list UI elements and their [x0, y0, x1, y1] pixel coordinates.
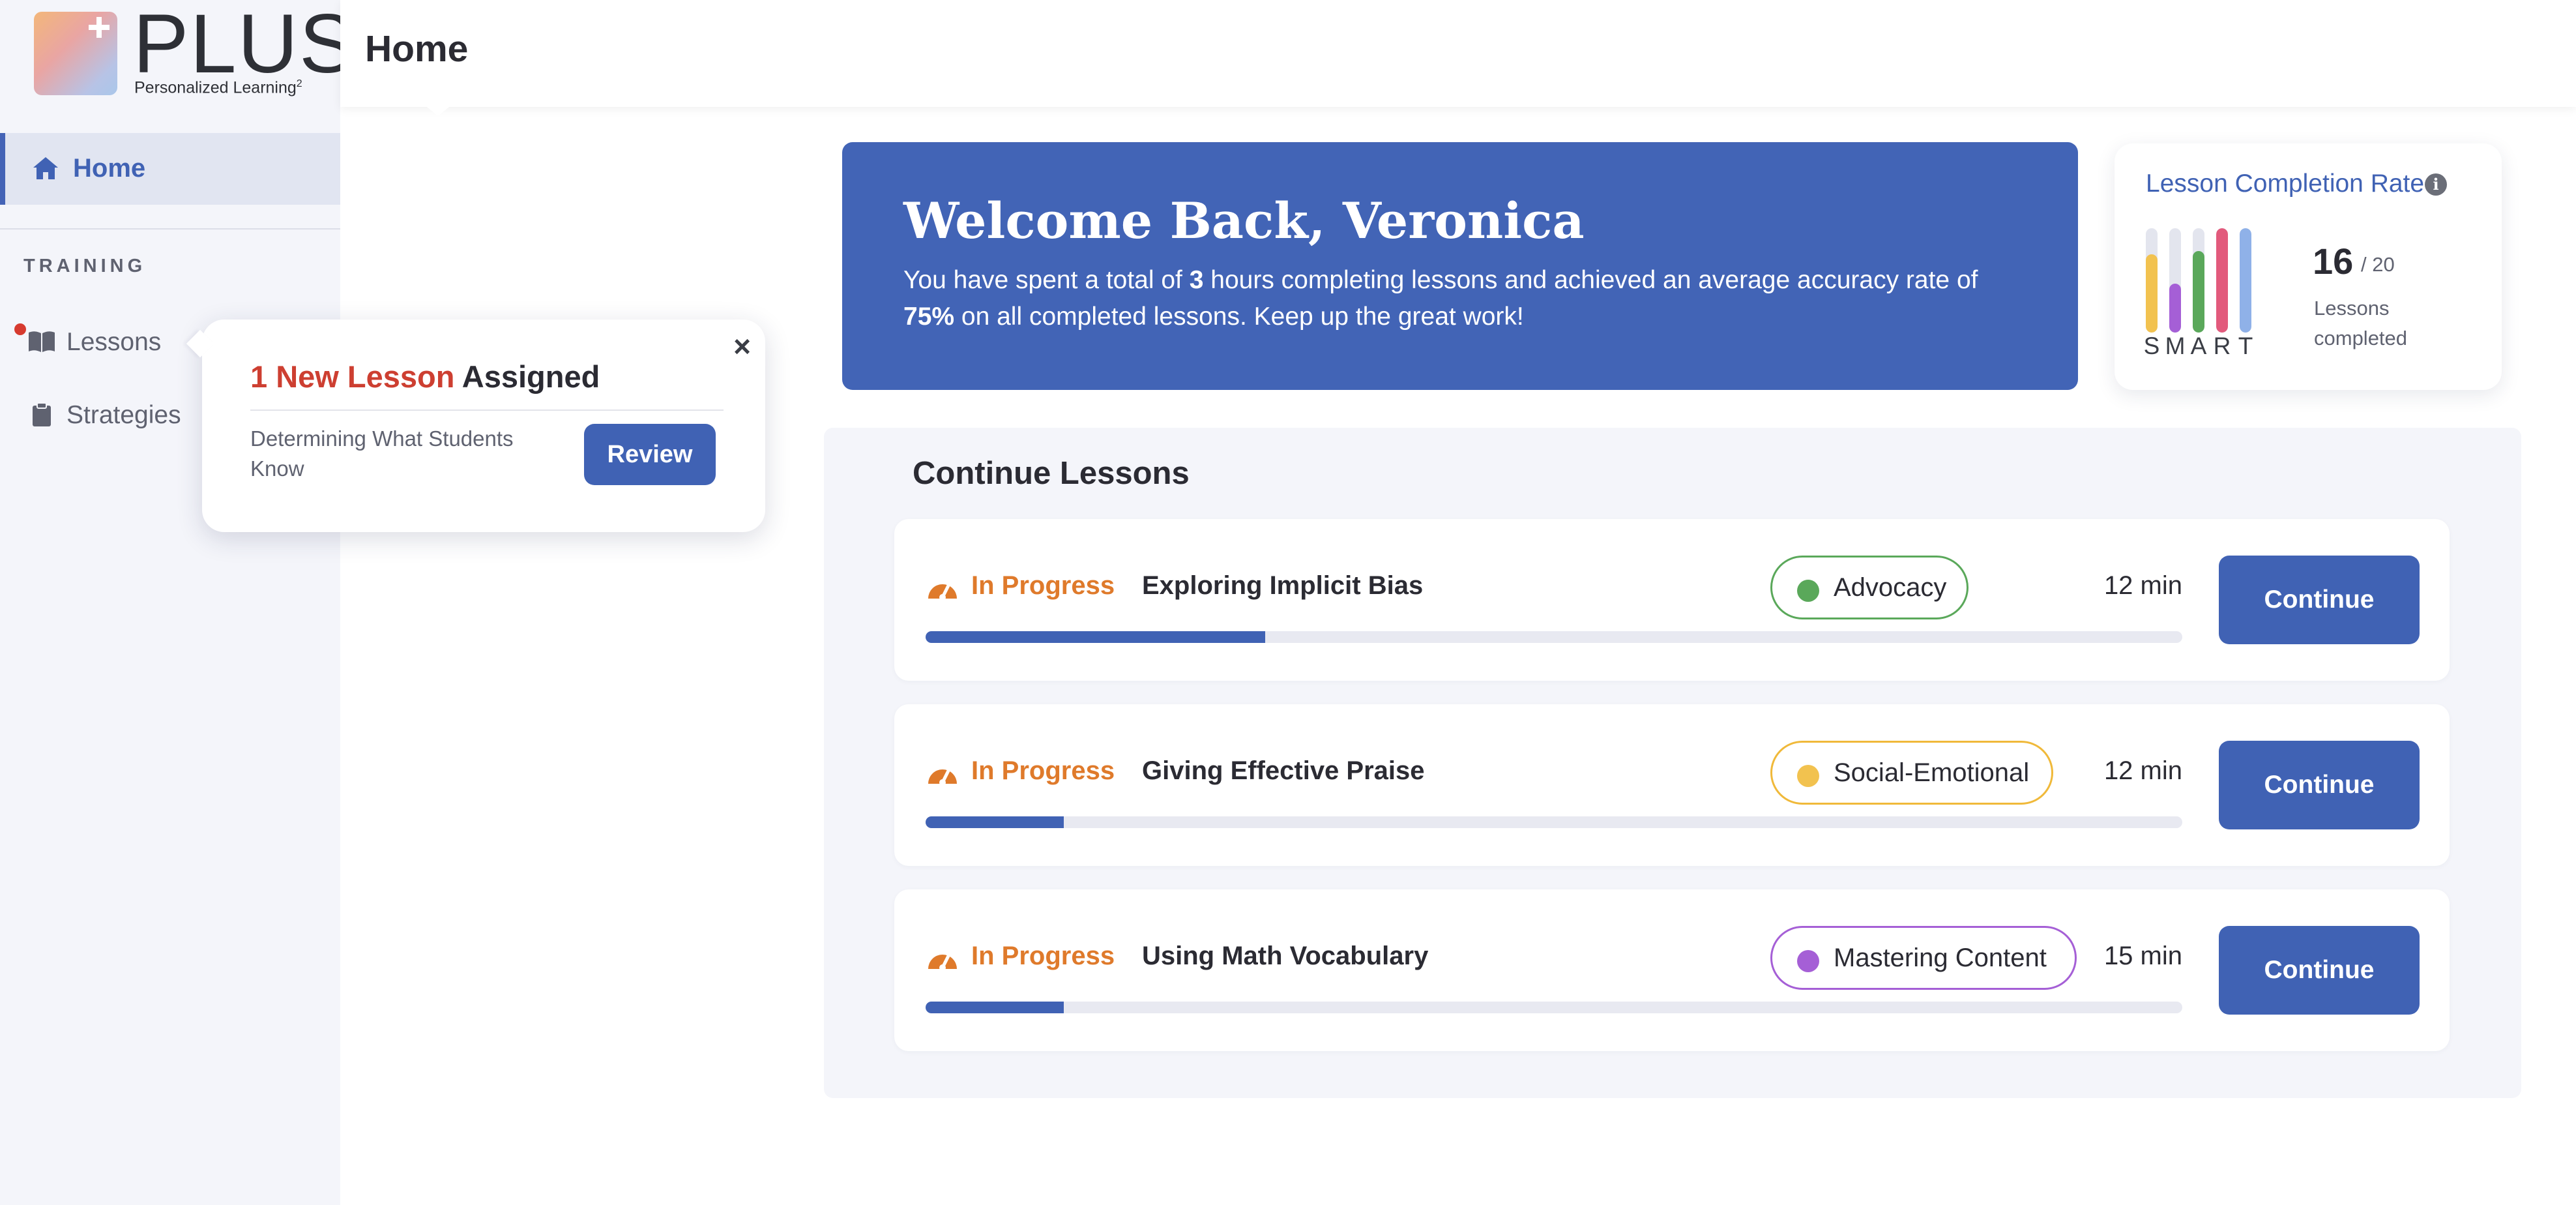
logo-tagline: Personalized Learning2 [134, 78, 302, 97]
gauge-icon [928, 953, 957, 971]
category-tag: Advocacy [1770, 556, 1969, 619]
sidebar-item-home[interactable]: Home [0, 133, 340, 205]
assigned-lesson-name: Determining What Students Know [250, 426, 514, 481]
smart-bar-fill [2146, 254, 2158, 333]
continue-lessons-panel: Continue Lessons In Progress Exploring I… [824, 428, 2521, 1098]
lesson-duration: 12 min [2103, 756, 2182, 785]
category-tag: Mastering Content [1770, 926, 2077, 990]
lesson-name: Giving Effective Praise [1142, 756, 1425, 785]
progress-fill [926, 631, 1265, 643]
smart-bar-r [2216, 228, 2228, 333]
popup-divider [250, 409, 724, 411]
progress-bar [926, 631, 2182, 643]
new-lesson-popup: × 1 New Lesson Assigned Determining What… [186, 320, 765, 532]
lesson-card: In Progress Exploring Implicit Bias Advo… [894, 519, 2450, 681]
sidebar-divider [0, 228, 340, 230]
completion-title: Lesson Completion Rate [2146, 170, 2425, 198]
category-label: Social-Emotional [1834, 758, 2030, 787]
smart-letter: R [2213, 333, 2231, 359]
smart-bar-fill [2216, 228, 2228, 333]
lesson-card: In Progress Giving Effective Praise Soci… [894, 704, 2450, 866]
completed-count: 16 [2313, 241, 2354, 282]
sidebar-item-label: Home [73, 154, 146, 183]
category-dot [1797, 765, 1819, 787]
sidebar-item-label: Strategies [66, 401, 181, 429]
sidebar: PLUS Personalized Learning2 Home TRAININ… [0, 0, 355, 1205]
smart-letter: T [2238, 333, 2253, 359]
welcome-banner: Welcome Back, Veronica You have spent a … [842, 142, 2078, 390]
lesson-name: Exploring Implicit Bias [1142, 571, 1424, 600]
smart-bar-fill [2240, 228, 2251, 333]
welcome-text: You have spent a total of 3 hours comple… [903, 266, 1978, 331]
page-title: Home [365, 28, 469, 70]
smart-bar-m [2169, 228, 2181, 333]
lesson-duration: 15 min [2103, 942, 2182, 970]
smart-bar-fill [2193, 251, 2204, 333]
smart-bar-fill [2169, 283, 2181, 333]
hours-value: 3 [1189, 266, 1204, 294]
continue-button[interactable]: Continue [2219, 926, 2420, 1015]
notification-dot [14, 323, 26, 335]
accuracy-value: 75% [903, 303, 955, 331]
popup-title: 1 New Lesson Assigned [250, 359, 600, 394]
progress-fill [926, 1002, 1064, 1013]
lesson-completion-card: Lesson Completion Rate i SMART 16 / 20 L… [2115, 143, 2502, 390]
sidebar-section-training: TRAINING [23, 256, 147, 276]
review-button[interactable]: Review [584, 424, 716, 485]
total-count: / 20 [2361, 253, 2395, 276]
header-notch [424, 104, 452, 116]
continue-button[interactable]: Continue [2219, 556, 2420, 644]
logo-mark-icon [34, 12, 117, 95]
book-icon [29, 331, 55, 352]
lesson-duration: 12 min [2103, 571, 2182, 600]
completed-label: Lessons completed [2314, 297, 2408, 350]
category-dot [1797, 950, 1819, 972]
welcome-title: Welcome Back, Veronica [903, 192, 1585, 250]
progress-bar [926, 816, 2182, 828]
lesson-status: In Progress [971, 942, 1115, 970]
section-title: Continue Lessons [913, 456, 1190, 491]
continue-button[interactable]: Continue [2219, 741, 2420, 829]
sidebar-item-label: Lessons [66, 328, 162, 356]
lesson-name: Using Math Vocabulary [1142, 942, 1429, 970]
progress-bar [926, 1002, 2182, 1013]
smart-letter: A [2190, 333, 2207, 359]
category-label: Advocacy [1834, 573, 1947, 602]
gauge-icon [928, 582, 957, 601]
close-icon[interactable]: × [733, 329, 751, 364]
info-icon[interactable]: i [2425, 173, 2447, 196]
category-dot [1797, 580, 1819, 602]
gauge-icon [928, 767, 957, 786]
smart-bar-a [2193, 228, 2204, 333]
lesson-card: In Progress Using Math Vocabulary Master… [894, 889, 2450, 1051]
lesson-status: In Progress [971, 756, 1115, 785]
category-tag: Social-Emotional [1770, 741, 2053, 805]
top-header: Home [340, 0, 2576, 116]
smart-bar-s [2146, 228, 2158, 333]
progress-fill [926, 816, 1064, 828]
smart-letter: S [2143, 333, 2160, 359]
plus-logo[interactable]: PLUS Personalized Learning2 [34, 0, 355, 108]
logo-word: PLUS [133, 0, 357, 91]
clipboard-icon [33, 402, 51, 426]
lesson-status: In Progress [971, 571, 1115, 600]
smart-letter: M [2165, 333, 2186, 359]
home-icon [33, 157, 58, 179]
category-label: Mastering Content [1834, 944, 2047, 972]
smart-bar-t [2240, 228, 2251, 333]
